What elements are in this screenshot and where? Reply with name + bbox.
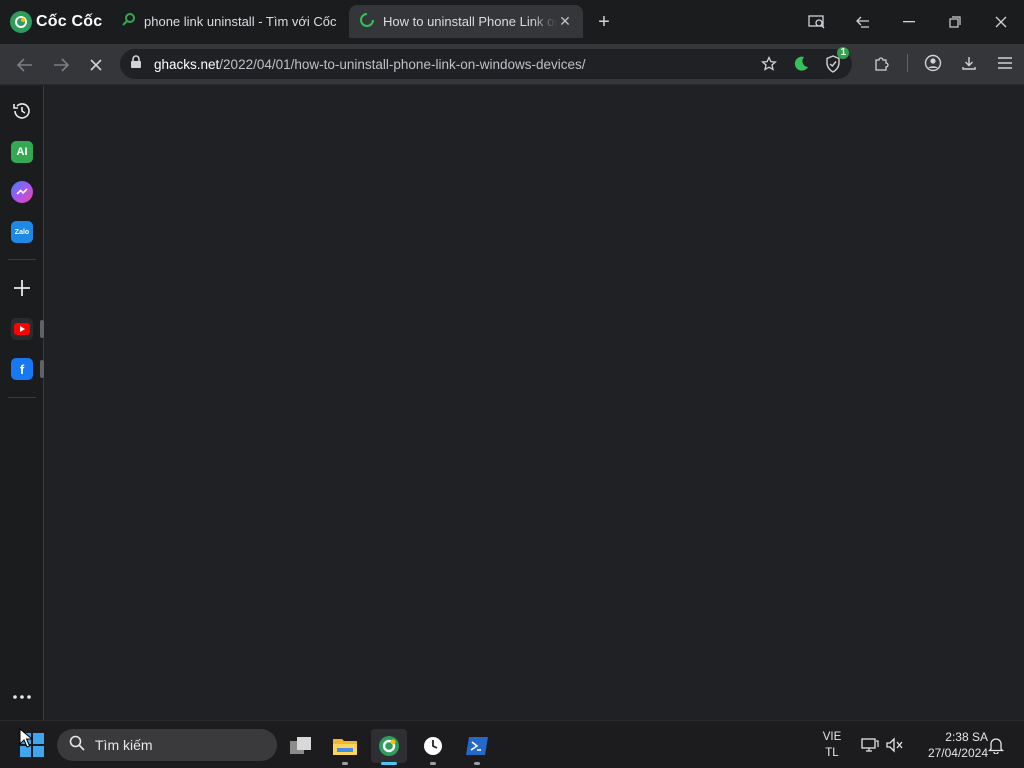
browser-toolbar: ghacks.net/2022/04/01/how-to-uninstall-p… (0, 44, 1024, 85)
tab-close-icon[interactable]: ✕ (557, 13, 573, 30)
input-language-indicator[interactable]: VIE TL (818, 729, 846, 761)
youtube-icon[interactable] (11, 318, 33, 340)
download-icon[interactable] (958, 52, 980, 74)
running-indicator (474, 762, 480, 765)
sidebar-divider (8, 259, 36, 260)
browser-brand[interactable]: Cốc Cốc (10, 10, 102, 34)
add-icon[interactable] (11, 277, 33, 299)
powershell-icon[interactable] (459, 729, 495, 765)
forward-arrow-icon[interactable] (48, 52, 74, 78)
clock-app-icon[interactable] (415, 729, 451, 765)
tab-title: How to uninstall Phone Link on Windows d… (383, 14, 557, 29)
language-line1: VIE (822, 731, 842, 743)
task-view-icon[interactable] (283, 729, 319, 763)
running-indicator (342, 762, 348, 765)
restore-button[interactable] (932, 0, 978, 44)
bookmark-star-icon[interactable] (758, 53, 780, 75)
menu-hamburger-icon[interactable] (994, 52, 1016, 74)
address-bar-actions: 1 (758, 47, 849, 75)
search-placeholder: Tìm kiếm (95, 737, 153, 753)
new-tab-button[interactable]: + (592, 11, 616, 33)
coccoc-taskbar-icon[interactable] (371, 729, 407, 765)
browser-sidebar: AI Zalo f (0, 86, 44, 720)
back-arrow-icon[interactable] (12, 52, 38, 78)
sidebar-open-indicator (40, 320, 44, 338)
toolbar-actions (871, 52, 1016, 74)
address-bar[interactable]: ghacks.net/2022/04/01/how-to-uninstall-p… (120, 47, 852, 79)
taskbar-search-box[interactable]: Tìm kiếm (57, 729, 277, 761)
brand-name: Cốc Cốc (36, 13, 103, 30)
loading-spinner-icon (359, 12, 375, 31)
sidebar-divider (8, 397, 36, 398)
zalo-icon[interactable]: Zalo (11, 221, 33, 243)
tab-title: phone link uninstall - Tìm với Cốc Cốc (144, 14, 336, 29)
more-options-icon[interactable] (11, 686, 33, 708)
page-content (45, 86, 1024, 720)
close-window-button[interactable] (978, 0, 1024, 44)
notification-bell-icon[interactable] (986, 735, 1006, 755)
url-host: ghacks.net (154, 56, 220, 72)
coccoc-logo-icon (10, 11, 32, 33)
window-controls (794, 0, 1024, 44)
messenger-icon[interactable] (11, 181, 33, 203)
toolbar-divider (907, 54, 908, 72)
facebook-icon[interactable]: f (11, 358, 33, 380)
dark-mode-icon[interactable] (790, 53, 812, 75)
shield-badge: 1 (837, 47, 849, 59)
search-icon (69, 735, 85, 756)
sidebar-open-indicator (40, 360, 44, 378)
browser-window: Cốc Cốc phone link uninstall - Tìm với C… (0, 0, 1024, 768)
running-indicator (381, 762, 397, 765)
clock-time: 2:38 SA (945, 730, 988, 744)
history-icon[interactable] (11, 100, 33, 122)
file-explorer-icon[interactable] (327, 729, 363, 765)
tab-search-results[interactable]: phone link uninstall - Tìm với Cốc Cốc (110, 5, 346, 38)
volume-muted-icon[interactable] (885, 735, 905, 755)
mouse-cursor-icon (19, 728, 33, 748)
network-icon[interactable] (860, 735, 880, 755)
url-text[interactable]: ghacks.net/2022/04/01/how-to-uninstall-p… (154, 57, 586, 72)
tab-ghacks-article[interactable]: How to uninstall Phone Link on Windows d… (349, 5, 583, 38)
windows-taskbar: Tìm kiếm VIE TL 2:38 SA 27/04/2024 (0, 720, 1024, 768)
minimize-button[interactable] (886, 0, 932, 44)
extensions-puzzle-icon[interactable] (871, 52, 893, 74)
tab-bar: Cốc Cốc phone link uninstall - Tìm với C… (0, 0, 1024, 44)
profile-avatar-icon[interactable] (922, 52, 944, 74)
adblock-shield-icon[interactable]: 1 (822, 47, 849, 75)
language-line2: TL (825, 747, 839, 759)
running-indicator (430, 762, 436, 765)
taskbar-clock[interactable]: 2:38 SA 27/04/2024 (912, 729, 988, 761)
ai-icon[interactable]: AI (11, 141, 33, 163)
lock-icon[interactable] (130, 54, 142, 74)
screen-search-icon[interactable] (794, 0, 840, 44)
url-path: /2022/04/01/how-to-uninstall-phone-link-… (219, 56, 586, 72)
coccoc-favicon-icon (120, 12, 136, 31)
clock-date: 27/04/2024 (927, 746, 988, 760)
stop-loading-icon[interactable] (83, 52, 109, 78)
back-to-previous-tab-icon[interactable] (840, 0, 886, 44)
